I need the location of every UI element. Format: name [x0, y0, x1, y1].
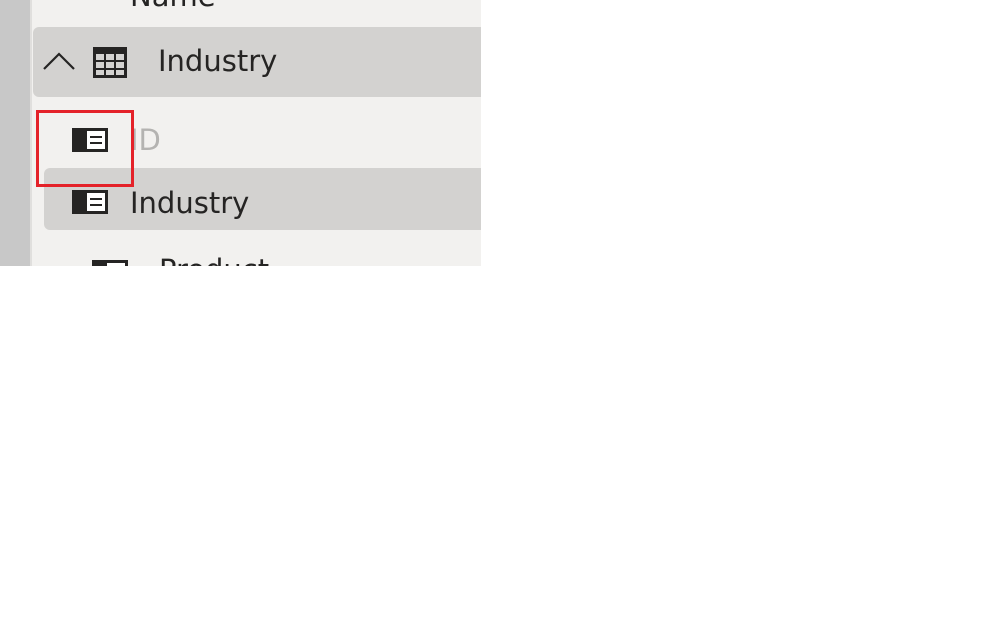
field-label: Industry — [130, 186, 250, 220]
field-icon — [92, 260, 128, 266]
chevron-up-icon[interactable] — [42, 51, 76, 71]
pane-divider — [30, 0, 32, 266]
fields-pane: Name Industry ID — [0, 0, 481, 266]
field-icon — [72, 190, 108, 214]
scrollbar-track[interactable] — [0, 0, 30, 266]
field-row-name[interactable]: Name — [44, 0, 481, 14]
table-label: Industry — [158, 44, 278, 78]
table-icon — [93, 47, 127, 78]
field-row-product[interactable]: Product — [44, 252, 481, 266]
field-label: Name — [130, 0, 216, 14]
field-label: Product — [159, 252, 269, 266]
highlight-annotation-box — [36, 110, 134, 187]
table-row-industry[interactable]: Industry — [33, 27, 481, 97]
field-label: ID — [130, 123, 161, 157]
